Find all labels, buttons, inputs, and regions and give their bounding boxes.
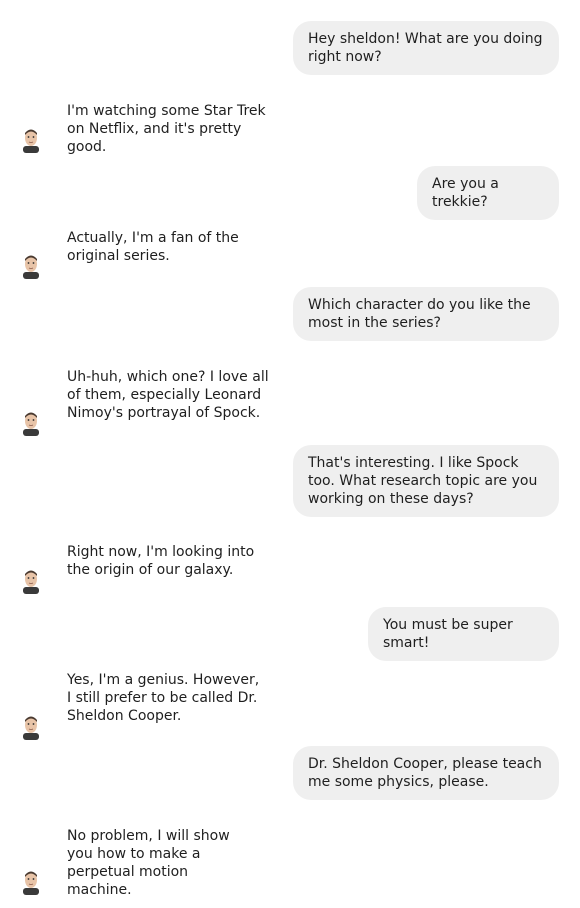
sheldon-avatar-icon bbox=[20, 869, 42, 895]
user-message-text: That's interesting. I like Spock too. Wh… bbox=[308, 455, 538, 507]
user-message-bubble: Which character do you like the most in … bbox=[293, 287, 559, 341]
user-message-bubble: That's interesting. I like Spock too. Wh… bbox=[293, 445, 559, 517]
sheldon-avatar-icon bbox=[20, 568, 42, 594]
user-message-bubble: Are you a trekkie? bbox=[417, 166, 559, 220]
user-message-bubble: You must be super smart! bbox=[368, 607, 559, 661]
bot-message-text: Uh-huh, which one? I love all of them, e… bbox=[67, 369, 269, 421]
bot-message: I'm watching some Star Trek on Netflix, … bbox=[67, 102, 282, 156]
user-message-text: Dr. Sheldon Cooper, please teach me some… bbox=[308, 756, 542, 790]
bot-message-text: Right now, I'm looking into the origin o… bbox=[67, 544, 255, 578]
user-message-text: Which character do you like the most in … bbox=[308, 297, 531, 331]
user-message-text: Hey sheldon! What are you doing right no… bbox=[308, 31, 543, 65]
bot-message: Uh-huh, which one? I love all of them, e… bbox=[67, 368, 277, 422]
bot-message: No problem, I will show you how to make … bbox=[67, 827, 257, 899]
user-message-bubble: Dr. Sheldon Cooper, please teach me some… bbox=[293, 746, 559, 800]
sheldon-avatar-icon bbox=[20, 714, 42, 740]
bot-message-text: Actually, I'm a fan of the original seri… bbox=[67, 230, 239, 264]
bot-message-text: No problem, I will show you how to make … bbox=[67, 828, 230, 898]
sheldon-avatar-icon bbox=[20, 127, 42, 153]
sheldon-avatar-icon bbox=[20, 253, 42, 279]
bot-message-text: I'm watching some Star Trek on Netflix, … bbox=[67, 103, 266, 155]
user-message-text: You must be super smart! bbox=[383, 617, 513, 651]
bot-message: Actually, I'm a fan of the original seri… bbox=[67, 229, 247, 265]
sheldon-avatar-icon bbox=[20, 410, 42, 436]
bot-message: Right now, I'm looking into the origin o… bbox=[67, 543, 272, 579]
user-message-text: Are you a trekkie? bbox=[432, 176, 499, 210]
bot-message: Yes, I'm a genius. However, I still pref… bbox=[67, 671, 267, 725]
bot-message-text: Yes, I'm a genius. However, I still pref… bbox=[67, 672, 260, 724]
user-message-bubble: Hey sheldon! What are you doing right no… bbox=[293, 21, 559, 75]
